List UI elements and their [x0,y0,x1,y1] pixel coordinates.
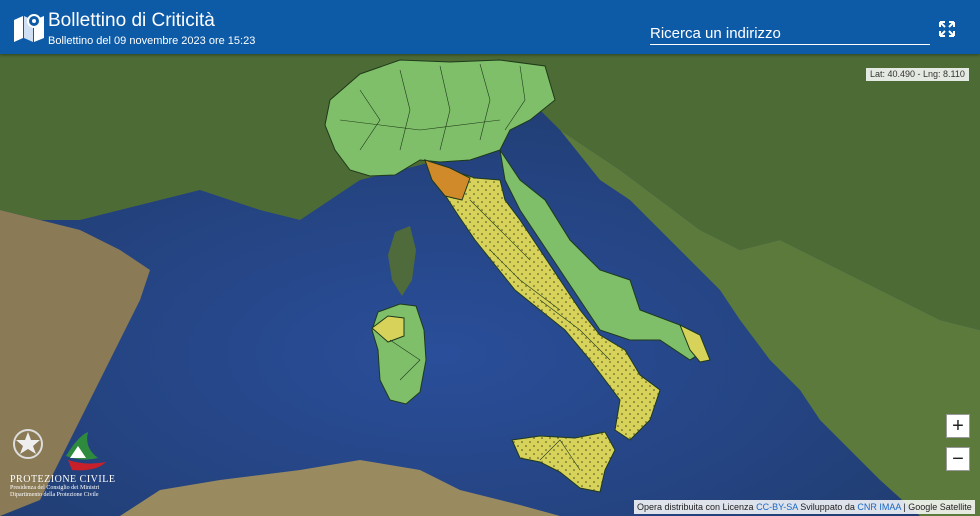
page-title: Bollettino di Criticità [48,10,215,31]
license-link[interactable]: CC-BY-SA [756,502,798,512]
address-search-input[interactable] [650,22,930,45]
bulletin-date: Bollettino del 09 novembre 2023 ore 15:2… [48,35,256,47]
map-attribution: Opera distribuita con Licenza CC-BY-SA S… [634,500,975,514]
logo-line-1: Presidenza del Consiglio dei Ministri [10,485,100,491]
protezione-civile-logo [13,429,106,471]
protezione-civile-text: PROTEZIONE CIVILE Presidenza del Consigl… [10,474,115,499]
fullscreen-icon[interactable] [938,20,956,38]
zoom-out-button[interactable]: − [946,447,970,471]
attribution-mid: Sviluppato da [800,502,855,512]
attribution-suffix: | Google Satellite [903,502,972,512]
developer-link[interactable]: CNR IMAA [857,502,901,512]
logo-line-2: Dipartimento della Protezione Civile [10,492,99,498]
satellite-map[interactable] [0,0,980,516]
coordinates-readout: Lat: 40.490 - Lng: 8.110 [866,68,969,81]
map-pin-icon [14,14,44,42]
app-header: Bollettino di Criticità Bollettino del 0… [0,0,980,54]
attribution-prefix: Opera distribuita con Licenza [637,502,754,512]
zoom-in-button[interactable]: + [946,414,970,438]
logo-name: PROTEZIONE CIVILE [10,474,116,485]
